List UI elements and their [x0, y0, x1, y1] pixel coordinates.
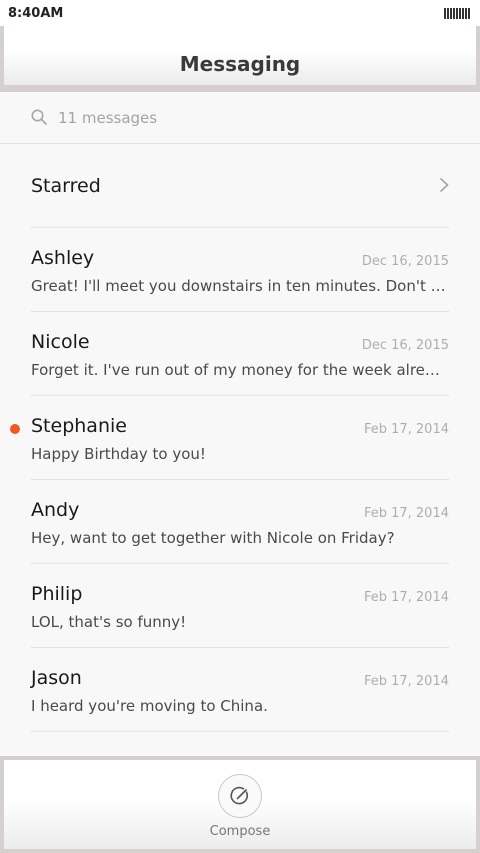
- message-date: Feb 17, 2014: [363, 590, 449, 605]
- conversation-list-container: 11 messages Starred Ashley Dec 16, 2015 …: [0, 92, 480, 756]
- message-date: Feb 17, 2014: [363, 674, 449, 689]
- status-time: 8:40AM: [8, 6, 64, 21]
- compose-button[interactable]: Compose: [200, 774, 280, 844]
- conversation-item[interactable]: Nicole Dec 16, 2015 Forget it. I've run …: [31, 312, 449, 396]
- search-input[interactable]: 11 messages: [58, 109, 157, 127]
- contact-name: Jason: [31, 667, 82, 689]
- message-date: Feb 17, 2014: [363, 422, 449, 437]
- signal-icon: [444, 8, 472, 19]
- page-title: Messaging: [179, 52, 301, 76]
- search-bar[interactable]: 11 messages: [0, 92, 480, 144]
- starred-row[interactable]: Starred: [31, 144, 449, 228]
- compose-label: Compose: [209, 824, 271, 839]
- contact-name: Philip: [31, 583, 83, 605]
- message-preview: Great! I'll meet you downstairs in ten m…: [31, 277, 449, 295]
- message-preview: Forget it. I've run out of my money for …: [31, 361, 449, 379]
- conversation-item[interactable]: Stephanie Feb 17, 2014 Happy Birthday to…: [10, 396, 449, 480]
- conversation-item[interactable]: Andy Feb 17, 2014 Hey, want to get toget…: [31, 480, 449, 564]
- message-date: Dec 16, 2015: [361, 254, 449, 269]
- contact-name: Andy: [31, 499, 80, 521]
- unread-indicator: [10, 424, 20, 434]
- message-preview: I heard you're moving to China.: [31, 697, 268, 715]
- conversation-item[interactable]: Jason Feb 17, 2014 I heard you're moving…: [31, 648, 449, 732]
- conversation-item[interactable]: Philip Feb 17, 2014 LOL, that's so funny…: [31, 564, 449, 648]
- compose-circle[interactable]: [218, 774, 262, 818]
- contact-name: Stephanie: [31, 415, 127, 437]
- starred-label: Starred: [31, 175, 101, 197]
- chevron-right-icon: [439, 177, 449, 193]
- bottom-toolbar: Compose: [4, 760, 476, 849]
- compose-icon: [230, 786, 248, 805]
- conversation-item[interactable]: Ashley Dec 16, 2015 Great! I'll meet you…: [31, 228, 449, 312]
- contact-name: Ashley: [31, 247, 95, 269]
- message-date: Dec 16, 2015: [361, 338, 449, 353]
- message-preview: LOL, that's so funny!: [31, 613, 187, 631]
- search-icon: [31, 109, 47, 125]
- message-date: Feb 17, 2014: [363, 506, 449, 521]
- contact-name: Nicole: [31, 331, 90, 353]
- message-preview: Hey, want to get together with Nicole on…: [31, 529, 395, 547]
- message-preview: Happy Birthday to you!: [31, 445, 206, 463]
- app-header: Messaging: [4, 26, 476, 85]
- status-bar: 8:40AM: [0, 0, 480, 26]
